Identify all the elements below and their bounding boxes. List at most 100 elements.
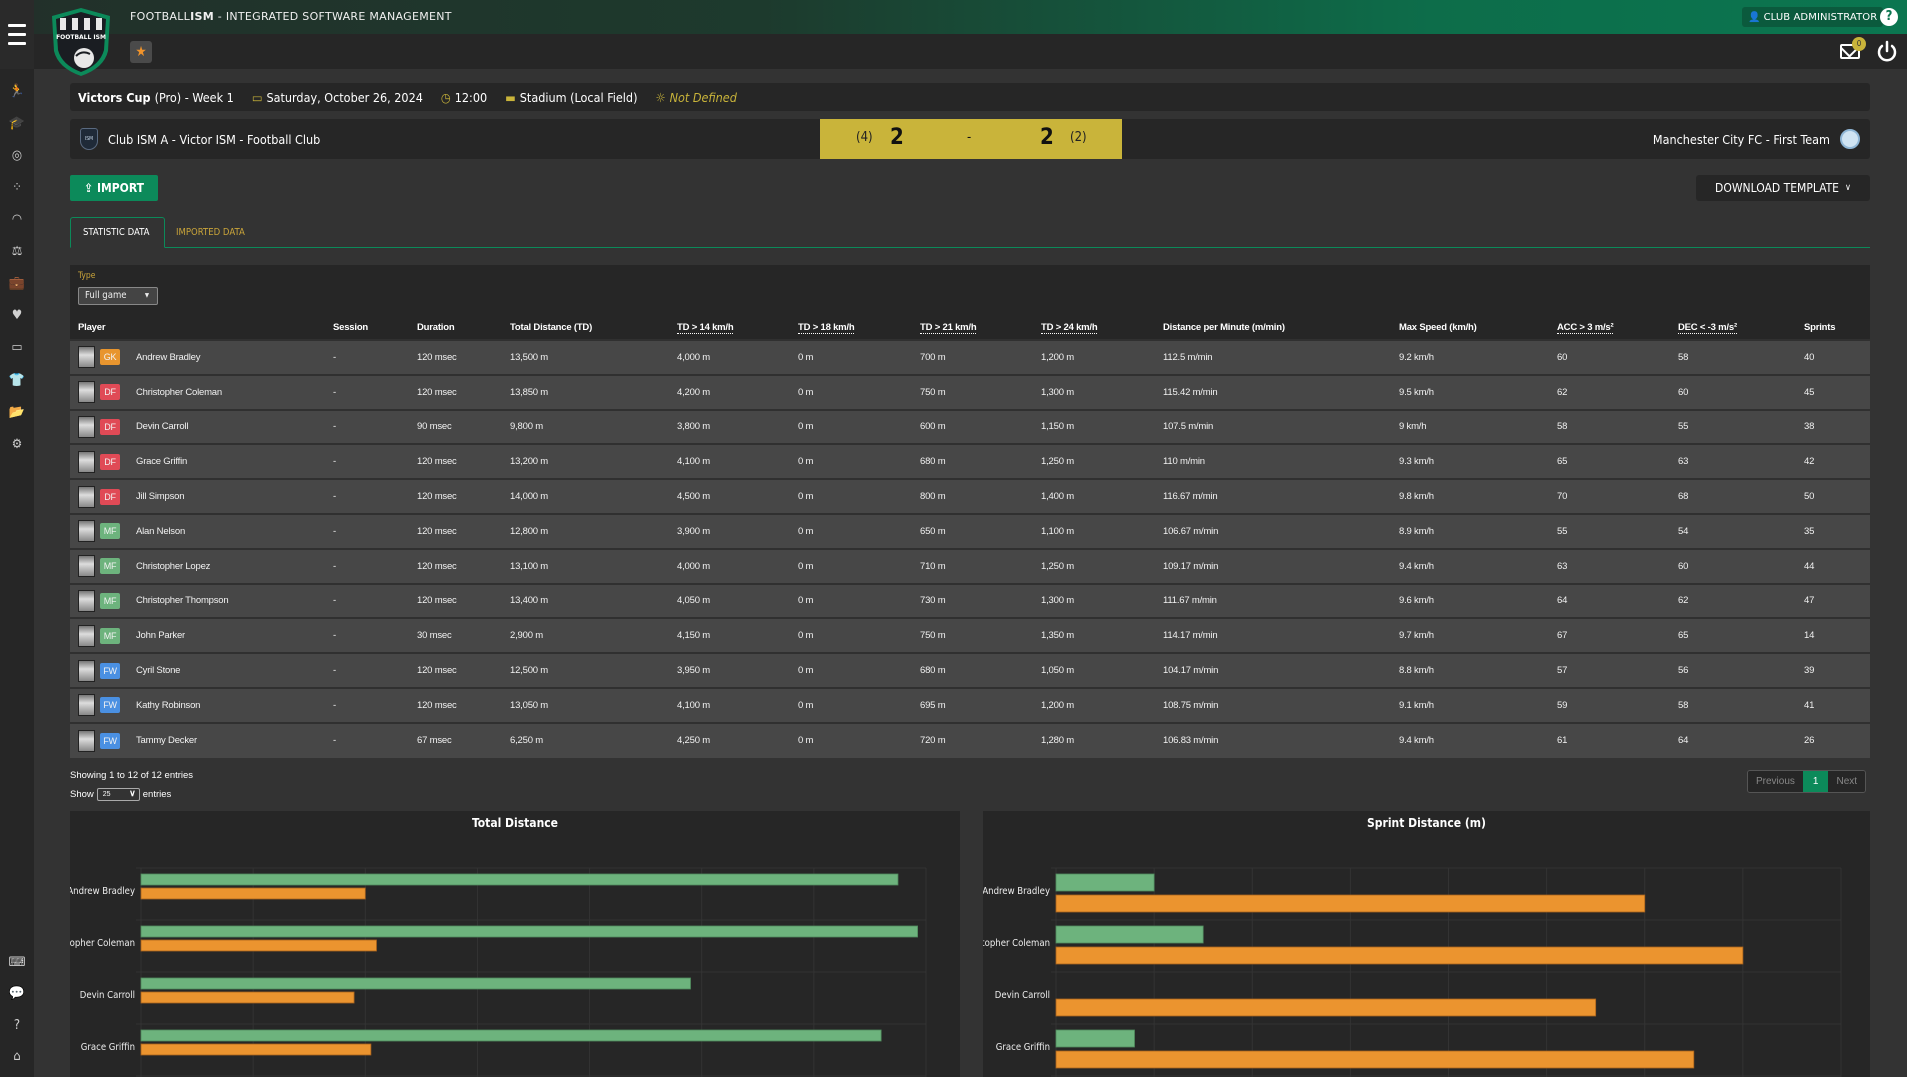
player-photo (78, 381, 95, 404)
player-name[interactable]: Christopher Coleman (136, 387, 222, 398)
cell-td21: 710 m (912, 547, 1033, 584)
bar-td-14-km-h[interactable] (140, 887, 366, 900)
column-header[interactable]: Max Speed (km/h) (1391, 315, 1549, 340)
player-name[interactable]: Christopher Lopez (136, 561, 210, 572)
column-header[interactable]: ACC > 3 m/s² (1549, 315, 1670, 340)
help-circle-icon[interactable]: ? (7, 1016, 27, 1036)
position-badge: FW (100, 662, 120, 679)
table-row: MF Christopher Thompson -120 msec 13,400 m4… (70, 582, 1870, 619)
player-name[interactable]: Tammy Decker (136, 735, 197, 746)
type-select[interactable]: Full game (78, 287, 158, 305)
bar-total-distance-td-[interactable] (140, 1029, 882, 1042)
cell-td24: 1,350 m (1033, 617, 1155, 654)
column-header[interactable]: TD > 24 km/h (1033, 315, 1155, 340)
player-photo (78, 520, 95, 543)
field-icon[interactable]: ▭ (7, 338, 27, 358)
favorite-button[interactable]: ★ (130, 41, 152, 63)
cell-max-speed: 9.2 km/h (1391, 339, 1549, 375)
power-icon[interactable] (1876, 40, 1898, 62)
cell-td14: 4,150 m (669, 617, 790, 654)
cell-sprints: 45 (1796, 373, 1870, 410)
previous-page-button[interactable]: Previous (1748, 771, 1803, 792)
running-icon[interactable]: 🏃 (7, 82, 27, 102)
bar-td-21-km-h[interactable] (1055, 1029, 1135, 1048)
code-window-icon[interactable]: ⌨ (7, 953, 27, 973)
category-label: Christopher Coleman (70, 938, 135, 949)
player-name[interactable]: Cyril Stone (136, 665, 180, 676)
column-header[interactable]: Sprints (1796, 315, 1870, 340)
away-penalties: (2) (1070, 130, 1087, 145)
heartbeat-icon[interactable]: ♥ (7, 306, 27, 326)
download-template-button[interactable]: DOWNLOAD TEMPLATE ∨ (1696, 175, 1870, 201)
import-button[interactable]: ⇪ IMPORT (70, 175, 158, 201)
table-row: FW Kathy Robinson -120 msec 13,050 m 4,100 m… (70, 686, 1870, 723)
calendar-icon: ▭ (251, 89, 263, 105)
cell-session: - (325, 547, 409, 584)
next-page-button[interactable]: Next (1828, 771, 1866, 792)
player-photo (78, 729, 95, 752)
column-header[interactable]: TD > 18 km/h (790, 315, 912, 340)
cell-dpm: 114.17 m/min (1155, 617, 1391, 654)
bar-td-14-km-h[interactable] (140, 991, 355, 1004)
tab-statistic-data[interactable]: STATISTIC DATA (70, 217, 165, 248)
column-header[interactable]: DEC < -3 m/s² (1670, 315, 1796, 340)
user-role-button[interactable]: 👤 CLUB ADMINISTRATOR (1742, 7, 1884, 27)
chat-question-icon[interactable]: 💬 (7, 984, 27, 1004)
bar-total-distance-td-[interactable] (140, 977, 691, 990)
player-name[interactable]: Jill Simpson (136, 491, 184, 502)
column-header[interactable]: Total Distance (TD) (502, 315, 669, 340)
cell-dec: 60 (1670, 547, 1796, 584)
cell-td: 6,250 m (502, 721, 669, 758)
player-name[interactable]: Devin Carroll (136, 421, 189, 432)
bar-td-24-km-h[interactable] (1055, 1050, 1695, 1069)
gauge-icon[interactable]: ◠ (7, 210, 27, 230)
tactics-icon[interactable]: ⁘ (7, 178, 27, 198)
bar-total-distance-td-[interactable] (140, 873, 899, 886)
chevron-down-icon: ∨ (1845, 183, 1851, 193)
page-1-button[interactable]: 1 (1802, 771, 1829, 792)
cell-td: 12,800 m (502, 512, 669, 549)
column-header[interactable]: TD > 14 km/h (669, 315, 790, 340)
player-cell: MF Christopher Thompson (70, 582, 325, 619)
cogs-icon[interactable]: ⚙ (7, 435, 27, 455)
balance-scale-icon[interactable]: ⚖ (7, 242, 27, 262)
bar-td-24-km-h[interactable] (1055, 894, 1646, 913)
stadium-icon: ▬ (505, 89, 516, 105)
player-name[interactable]: Grace Griffin (136, 456, 187, 467)
column-header[interactable]: Session (325, 315, 409, 340)
bar-total-distance-td-[interactable] (140, 925, 918, 938)
total-distance-chart: Total Distance Andrew BradleyChristopher… (70, 811, 960, 1077)
target-icon[interactable]: ◎ (7, 146, 27, 166)
bar-td-21-km-h[interactable] (1055, 873, 1155, 892)
tab-imported-data[interactable]: IMPORTED DATA (164, 217, 257, 248)
folder-icon[interactable]: 📂 (7, 403, 27, 423)
player-name[interactable]: Andrew Bradley (136, 352, 200, 363)
cell-td24: 1,300 m (1033, 582, 1155, 619)
hamburger-menu-button[interactable] (0, 0, 34, 69)
home-icon[interactable]: ⌂ (7, 1047, 27, 1067)
cell-session: - (325, 582, 409, 619)
player-name[interactable]: Alan Nelson (136, 526, 185, 537)
player-name[interactable]: Christopher Thompson (136, 595, 229, 606)
column-header[interactable]: Distance per Minute (m/min) (1155, 315, 1391, 340)
help-button[interactable]: ? (1880, 8, 1898, 26)
column-header[interactable]: Duration (409, 315, 502, 340)
column-header[interactable]: Player (70, 315, 325, 340)
bar-td-24-km-h[interactable] (1055, 998, 1597, 1017)
bar-td-24-km-h[interactable] (1055, 946, 1744, 965)
briefcase-icon[interactable]: 💼 (7, 274, 27, 294)
bar-td-14-km-h[interactable] (140, 939, 377, 952)
shirt-icon[interactable]: 👕 (7, 371, 27, 391)
away-score: 2 (1040, 125, 1054, 150)
cell-td: 12,500 m (502, 652, 669, 688)
bar-td-14-km-h[interactable] (140, 1043, 372, 1056)
column-header[interactable]: TD > 21 km/h (912, 315, 1033, 340)
page-length-select[interactable]: 25 (96, 788, 140, 801)
bar-td-21-km-h[interactable] (1055, 925, 1204, 944)
player-name[interactable]: John Parker (136, 630, 185, 641)
footballism-logo[interactable]: FOOTBALL ISM (48, 6, 114, 78)
category-label: Andrew Bradley (983, 886, 1050, 897)
player-cell: FW Tammy Decker (70, 721, 325, 758)
graduation-cap-icon[interactable]: 🎓 (7, 114, 27, 134)
player-name[interactable]: Kathy Robinson (136, 700, 200, 711)
